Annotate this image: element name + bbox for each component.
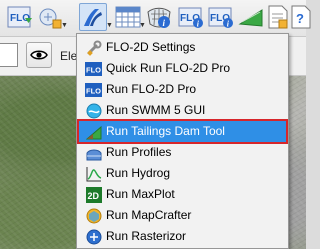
menu-item-flo2d-settings[interactable]: FLO-2D Settings bbox=[79, 37, 286, 58]
menu-item-run-swmm-gui[interactable]: Run SWMM 5 GUI bbox=[79, 100, 286, 121]
menu-item-run-maxplot[interactable]: 2D Run MaxPlot bbox=[79, 184, 286, 205]
tailings-dam-icon bbox=[85, 123, 102, 140]
menu-item-label: Run SWMM 5 GUI bbox=[106, 103, 206, 117]
flo2d-project-icon: FLO bbox=[7, 6, 32, 28]
value-input[interactable] bbox=[0, 43, 18, 67]
rasterizor-icon bbox=[85, 228, 102, 245]
flo2d-run-icon bbox=[84, 9, 102, 26]
menu-item-run-rasterizor[interactable]: Run Rasterizor bbox=[79, 226, 286, 247]
mapcrafter-icon bbox=[85, 207, 102, 224]
menu-item-run-mapcrafter[interactable]: Run MapCrafter bbox=[79, 205, 286, 226]
menu-item-run-flo2d-pro[interactable]: FLO Run FLO-2D Pro bbox=[79, 79, 286, 100]
flo-run-icon: FLO bbox=[85, 81, 102, 98]
menu-item-label: Run MaxPlot bbox=[106, 187, 175, 201]
menu-item-label: Quick Run FLO-2D Pro bbox=[106, 61, 231, 75]
flo-quick-run-icon: FLO bbox=[85, 60, 102, 77]
wrench-icon bbox=[85, 39, 102, 56]
grid-table-icon bbox=[115, 6, 141, 28]
flo-channel-info-button[interactable]: FLO i bbox=[207, 3, 235, 31]
menu-item-label: Run Profiles bbox=[106, 145, 172, 159]
swmm-icon bbox=[85, 102, 102, 119]
flo2d-project-button[interactable]: FLO bbox=[6, 3, 34, 31]
help-button[interactable]: ? bbox=[289, 3, 317, 31]
help-icon: ? bbox=[291, 5, 311, 29]
profiles-icon bbox=[85, 144, 102, 161]
profile-tool-icon bbox=[238, 9, 263, 27]
report-icon bbox=[268, 5, 288, 29]
menu-item-label: Run MapCrafter bbox=[106, 208, 192, 222]
main-toolbar: FLO ▼ ▼ ▼ i FLO i FLO i ? bbox=[0, 0, 311, 37]
flo2d-run-menu: FLO-2D Settings FLO Quick Run FLO-2D Pro… bbox=[76, 33, 289, 249]
flo-channel-info-icon: FLO i bbox=[208, 7, 233, 29]
svg-text:2D: 2D bbox=[87, 191, 99, 201]
grid-tools-button[interactable] bbox=[36, 3, 64, 31]
grid-table-button[interactable] bbox=[114, 3, 142, 31]
menu-item-quick-run-flo2d-pro[interactable]: FLO Quick Run FLO-2D Pro bbox=[79, 58, 286, 79]
menu-item-label: Run FLO-2D Pro bbox=[106, 82, 197, 96]
flo-info-button[interactable]: FLO i bbox=[177, 3, 205, 31]
info-tool-icon: i bbox=[147, 7, 171, 28]
hydrograph-icon bbox=[85, 165, 102, 182]
menu-item-run-tailings-dam-tool[interactable]: Run Tailings Dam Tool bbox=[77, 119, 288, 144]
menu-item-label: FLO-2D Settings bbox=[106, 40, 196, 54]
eye-icon bbox=[30, 50, 48, 60]
report-button[interactable] bbox=[264, 3, 292, 31]
svg-text:?: ? bbox=[296, 11, 304, 26]
flo-info-icon: FLO i bbox=[178, 7, 203, 29]
info-tool-button[interactable]: i bbox=[145, 3, 173, 31]
menu-item-label: Run Rasterizor bbox=[106, 229, 187, 243]
grid-tools-dropdown-arrow[interactable]: ▼ bbox=[61, 22, 68, 29]
menu-item-label: Run Tailings Dam Tool bbox=[106, 124, 225, 138]
grid-tools-icon bbox=[39, 8, 62, 29]
menu-item-label: Run Hydrog bbox=[106, 166, 171, 180]
flo2d-run-button[interactable] bbox=[79, 3, 107, 31]
maxplot-icon: 2D bbox=[85, 186, 102, 203]
profile-tool-button[interactable] bbox=[237, 3, 265, 31]
svg-text:FLO: FLO bbox=[86, 65, 101, 74]
svg-text:FLO: FLO bbox=[86, 86, 101, 95]
visibility-button[interactable] bbox=[26, 42, 52, 68]
menu-item-run-profiles[interactable]: Run Profiles bbox=[79, 142, 286, 163]
flo2d-run-dropdown-arrow[interactable]: ▼ bbox=[106, 22, 113, 29]
menu-item-run-hydrog[interactable]: Run Hydrog bbox=[79, 163, 286, 184]
